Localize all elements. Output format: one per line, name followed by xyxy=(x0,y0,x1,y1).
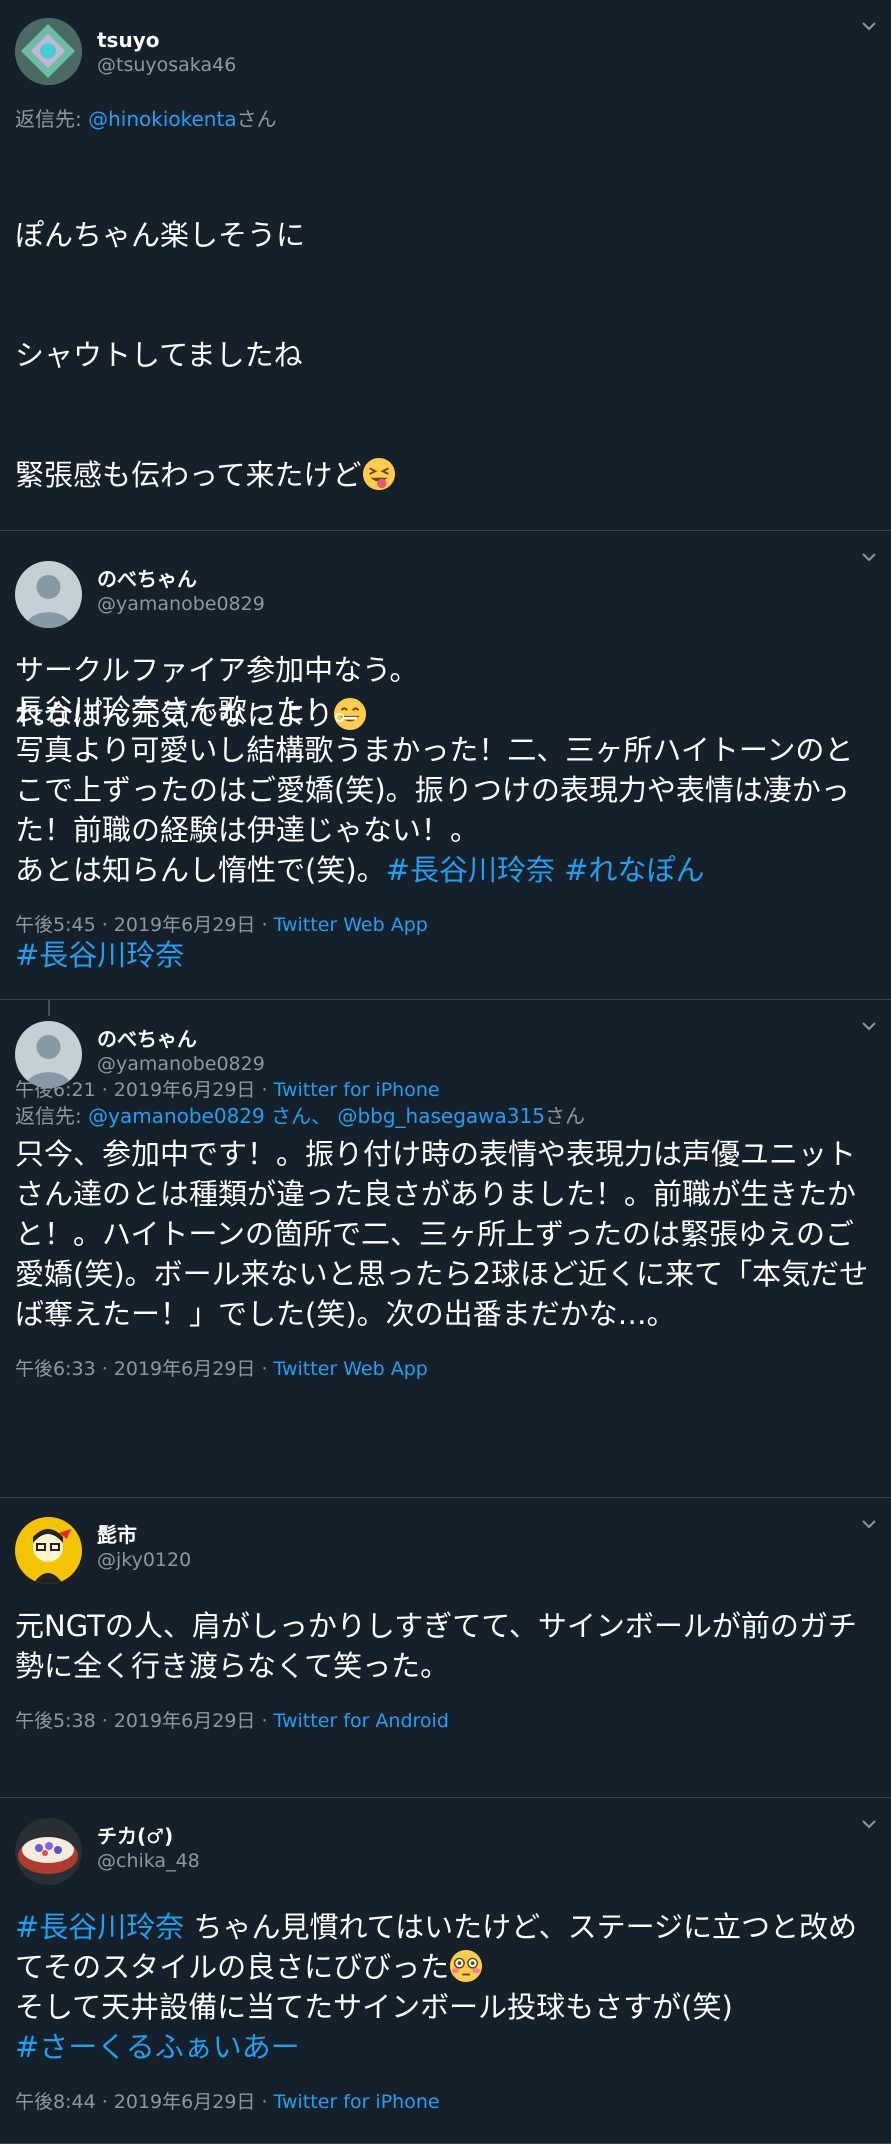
avatar[interactable] xyxy=(15,1021,82,1088)
display-name[interactable]: のべちゃん xyxy=(97,566,265,592)
source-link[interactable]: Twitter for Android xyxy=(274,1710,449,1732)
handle[interactable]: @jky0120 xyxy=(97,1548,191,1572)
tweet-text: 元NGTの人、肩がしっかりしすぎてて、サインボールが前のガチ勢に全く行き渡らなく… xyxy=(15,1609,857,1683)
source-link[interactable]: Twitter for iPhone xyxy=(274,2091,440,2113)
reply-mention[interactable]: @bbg_hasegawa315 xyxy=(337,1104,544,1128)
avatar[interactable] xyxy=(15,1517,82,1584)
tweet-body: サークルファイア参加中なう。 長谷川玲奈さん歌った！。 写真より可愛いし結構歌う… xyxy=(15,653,854,887)
timestamp[interactable]: 午後5:45 · 2019年6月29日 · xyxy=(15,914,274,936)
timestamp[interactable]: 午後8:44 · 2019年6月29日 · xyxy=(15,2091,274,2113)
tweet-line: 緊張感も伝わって来たけど xyxy=(15,455,876,495)
display-name[interactable]: チカ(♂) xyxy=(97,1823,200,1849)
display-name[interactable]: のべちゃん xyxy=(97,1026,265,1052)
tweet-text: 只今、参加中です！。振り付け時の表情や表現力は声優ユニットさん達のとは種類が違っ… xyxy=(15,1137,869,1331)
tweet-meta: 午後5:38 · 2019年6月29日 · Twitter for Androi… xyxy=(15,1708,876,1734)
tweet-text: サークルファイア参加中なう。 長谷川玲奈さん歌った！。 写真より可愛いし結構歌う… xyxy=(15,650,876,890)
flushed-emoji-icon xyxy=(450,1949,483,1983)
chevron-down-icon[interactable] xyxy=(859,16,879,36)
display-name[interactable]: tsuyo xyxy=(97,27,236,53)
thread-line xyxy=(48,1000,50,1016)
reply-prefix: 返信先: xyxy=(15,1104,89,1128)
chevron-down-icon[interactable] xyxy=(859,1814,879,1834)
tweet-line: ぽんちゃん楽しそうに xyxy=(15,218,306,252)
chevron-down-icon[interactable] xyxy=(859,547,879,567)
tweet[interactable]: チカ(♂) @chika_48 #長谷川玲奈 ちゃん見慣れてはいたけど、ステージ… xyxy=(0,1798,891,2144)
reply-mention[interactable]: @hinokiokenta xyxy=(88,107,236,131)
handle[interactable]: @tsuyosaka46 xyxy=(97,53,236,77)
tweet[interactable]: のべちゃん @yamanobe0829 返信先: @yamanobe0829 さ… xyxy=(0,1000,891,1498)
reply-separator: さん、 xyxy=(264,1104,338,1128)
timestamp[interactable]: 午後5:38 · 2019年6月29日 · xyxy=(15,1710,274,1732)
source-link[interactable]: Twitter Web App xyxy=(274,1358,428,1380)
tweet[interactable]: tsuyo @tsuyosaka46 返信先: @hinokiokentaさん … xyxy=(0,0,891,1101)
display-name[interactable]: 髭市 xyxy=(97,1522,191,1548)
handle[interactable]: @chika_48 xyxy=(97,1849,200,1873)
tweet[interactable]: 髭市 @jky0120 元NGTの人、肩がしっかりしすぎてて、サインボールが前の… xyxy=(0,1498,891,1798)
reply-mention[interactable]: @yamanobe0829 xyxy=(88,1104,265,1128)
reply-suffix: さん xyxy=(236,107,277,131)
tweet-line-text: 緊張感も伝わって来たけど xyxy=(15,458,362,492)
hashtag-link[interactable]: #長谷川玲奈 xyxy=(15,1910,184,1944)
hashtag-link[interactable]: #さーくるふぁいあー xyxy=(15,2030,300,2064)
handle[interactable]: @yamanobe0829 xyxy=(97,1052,265,1076)
tweet-line: シャウトしてましたね xyxy=(15,338,303,372)
handle[interactable]: @yamanobe0829 xyxy=(97,592,265,616)
reply-suffix: さん xyxy=(544,1104,585,1128)
reply-context: 返信先: @hinokiokentaさん xyxy=(15,105,876,133)
reply-prefix: 返信先: xyxy=(15,107,89,131)
hashtag-link[interactable]: #長谷川玲奈 xyxy=(386,853,555,887)
avatar[interactable] xyxy=(15,1818,82,1885)
avatar[interactable] xyxy=(15,18,82,85)
chevron-down-icon[interactable] xyxy=(859,1514,879,1534)
tweet[interactable]: のべちゃん @yamanobe0829 サークルファイア参加中なう。 長谷川玲奈… xyxy=(0,531,891,1000)
hashtag-link[interactable]: #れなぽん xyxy=(564,853,704,887)
reply-context: 返信先: @yamanobe0829 さん、 @bbg_hasegawa315さ… xyxy=(15,1102,876,1130)
tweet-text: #長谷川玲奈 ちゃん見慣れてはいたけど、ステージに立つと改めてそのスタイルの良さ… xyxy=(15,1907,876,2067)
tweet-meta: 午後8:44 · 2019年6月29日 · Twitter for iPhone xyxy=(15,2089,876,2115)
chevron-down-icon[interactable] xyxy=(859,1016,879,1036)
tweet-meta: 午後6:33 · 2019年6月29日 · Twitter Web App xyxy=(15,1356,876,1382)
timestamp[interactable]: 午後6:33 · 2019年6月29日 · xyxy=(15,1358,274,1380)
tweet-line-text: そして天井設備に当てたサインボール投球もさすが(笑) xyxy=(15,1990,733,2024)
source-link[interactable]: Twitter Web App xyxy=(274,914,428,936)
avatar[interactable] xyxy=(15,561,82,628)
squinting-tongue-emoji-icon xyxy=(362,457,395,491)
tweet-meta: 午後5:45 · 2019年6月29日 · Twitter Web App xyxy=(15,912,876,938)
